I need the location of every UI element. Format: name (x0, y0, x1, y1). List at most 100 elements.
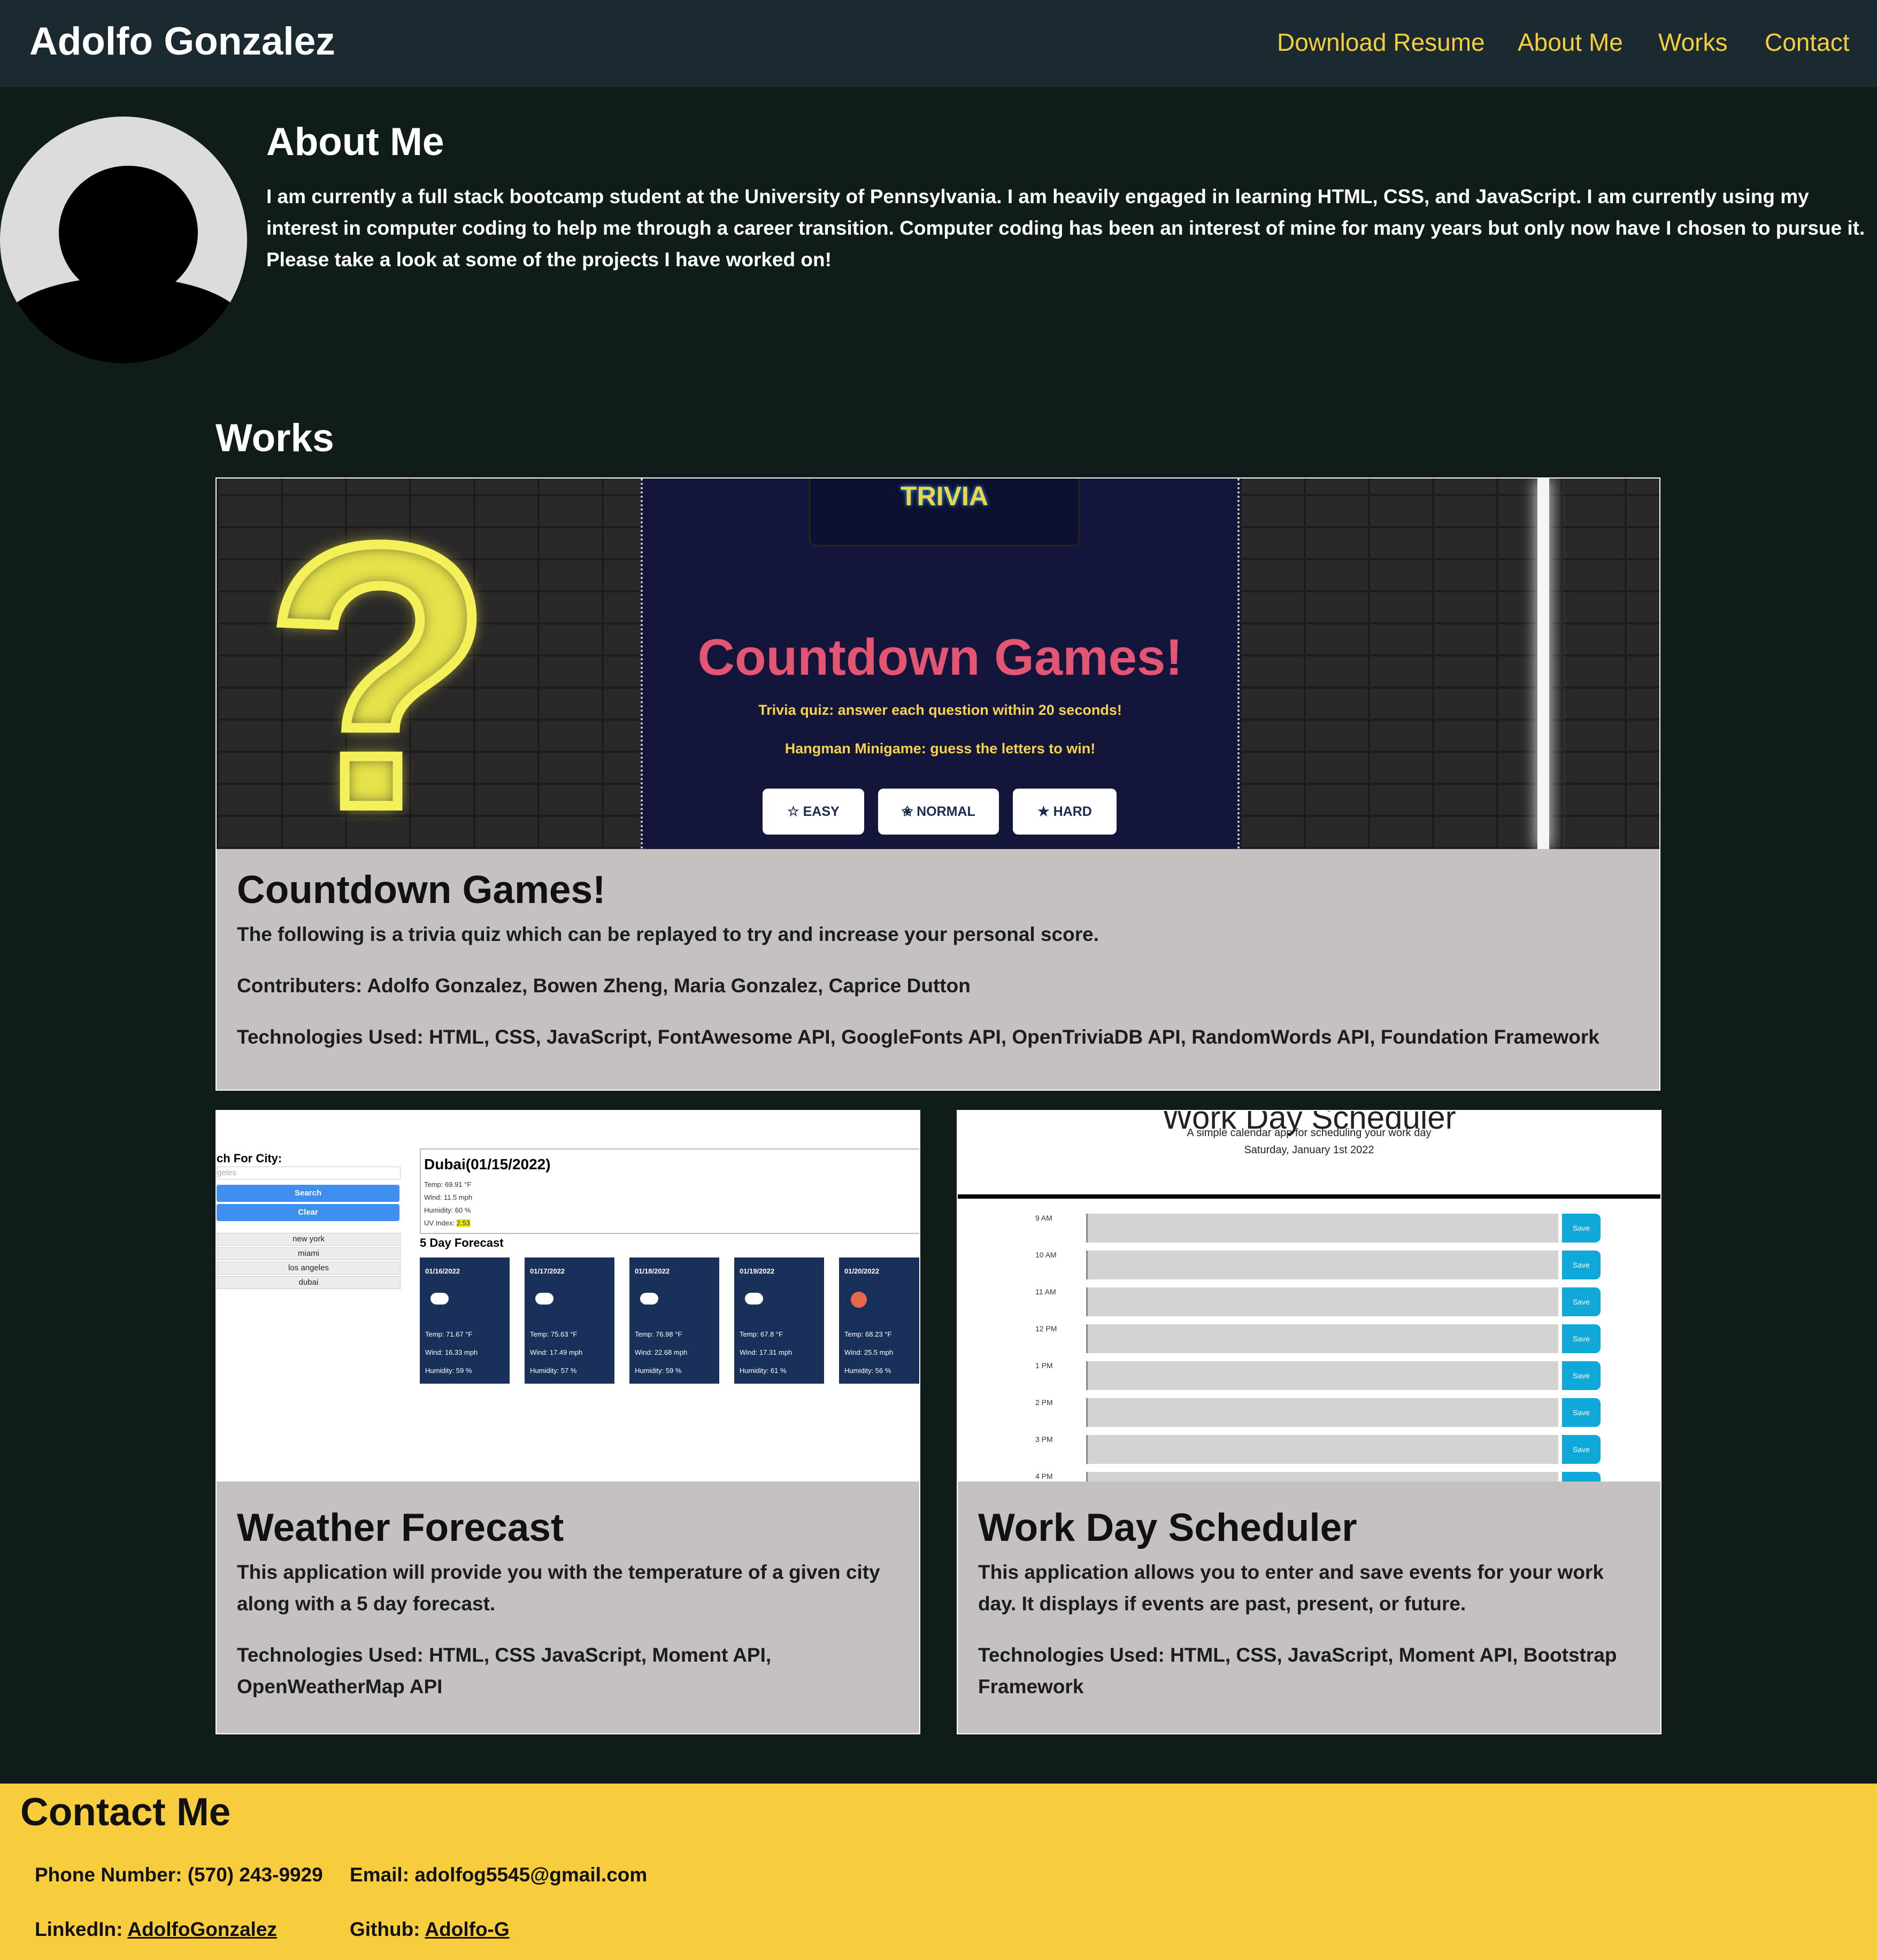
card-title: Countdown Games! (237, 868, 606, 912)
wx-humidity: Humidity: 60 % (424, 1206, 471, 1214)
card-description: This application allows you to enter and… (978, 1561, 1604, 1615)
contact-heading: Contact Me (20, 1791, 231, 1834)
weather-icon (640, 1293, 658, 1305)
weather-icon (851, 1292, 867, 1308)
wx-wind: Wind: 11.5 mph (424, 1193, 473, 1201)
works-heading: Works (216, 416, 334, 460)
countdown-screenshot-line1: Trivia quiz: answer each question within… (758, 702, 1122, 718)
neon-question-mark-icon: ? (260, 479, 498, 849)
scheduler-hour-label: 1 PM (1035, 1361, 1053, 1370)
card-contributors: Contributers: Adolfo Gonzalez, Bowen Zhe… (237, 975, 971, 997)
wx-tile-wind: Wind: 17.49 mph (530, 1348, 583, 1356)
countdown-app-panel: TRIVIA Countdown Games! Trivia quiz: ans… (641, 479, 1240, 849)
weather-icon (430, 1293, 449, 1305)
nav-contact[interactable]: Contact (1765, 28, 1850, 57)
wx-forecast-tile: 01/20/2022 Temp: 68.23 °F Wind: 25.5 mph Hu… (839, 1257, 919, 1384)
weather-card-body: Weather Forecast This application will p… (237, 1506, 899, 1702)
scheduler-subtitle: A simple calendar app for scheduling you… (1187, 1127, 1432, 1139)
scheduler-save-button: Save (1562, 1324, 1601, 1353)
card-technologies: Technologies Used: HTML, CSS, JavaScript… (237, 1026, 1599, 1048)
linkedin-link[interactable]: AdolfoGonzalez (127, 1918, 277, 1940)
wx-uv: UV Index: 2.53 (424, 1219, 471, 1227)
card-technologies: Technologies Used: HTML, CSS, JavaScript… (978, 1644, 1617, 1697)
about-text: I am currently a full stack bootcamp stu… (266, 186, 1865, 271)
wx-tile-humidity: Humidity: 61 % (740, 1367, 787, 1375)
scheduler-date: Saturday, January 1st 2022 (1244, 1144, 1374, 1156)
scheduler-event-row (1086, 1435, 1558, 1464)
project-card-scheduler[interactable]: Work Day Scheduler A simple calendar app… (957, 1110, 1661, 1734)
wx-tile-date: 01/19/2022 (740, 1267, 775, 1275)
wx-tile-humidity: Humidity: 59 % (425, 1367, 472, 1375)
card-technologies: Technologies Used: HTML, CSS JavaScript,… (237, 1644, 772, 1697)
project-card-countdown[interactable]: ? TRIVIA Countdown Games! Trivia quiz: a… (216, 477, 1660, 1091)
scheduler-event-row (1086, 1472, 1558, 1481)
countdown-screenshot: ? TRIVIA Countdown Games! Trivia quiz: a… (217, 479, 1659, 849)
scheduler-hour-label: 3 PM (1035, 1435, 1053, 1444)
card-description: The following is a trivia quiz which can… (237, 923, 1099, 945)
scheduler-event-row (1086, 1287, 1558, 1316)
nav-download-resume[interactable]: Download Resume (1277, 28, 1485, 57)
scheduler-card-body: Work Day Scheduler This application allo… (978, 1506, 1640, 1702)
scheduler-hour-label: 12 PM (1035, 1324, 1057, 1333)
card-description: This application will provide you with t… (237, 1561, 880, 1615)
user-silhouette-icon (0, 117, 247, 364)
scheduler-save-button: Save (1562, 1361, 1601, 1390)
scheduler-save-button: Save (1562, 1287, 1601, 1316)
scheduler-event-row (1086, 1398, 1558, 1427)
wx-tile-temp: Temp: 75.63 °F (530, 1330, 578, 1338)
wx-history-item: miami (217, 1247, 401, 1260)
wx-history-item: new york (217, 1233, 401, 1246)
nav-about-me[interactable]: About Me (1518, 28, 1623, 57)
wx-city: Dubai(01/15/2022) (424, 1156, 551, 1172)
scheduler-save-button: Save (1562, 1214, 1601, 1243)
scheduler-hour-label: 9 AM (1035, 1214, 1052, 1222)
trivia-logo-text: TRIVIA (901, 481, 988, 511)
github-link[interactable]: Adolfo-G (425, 1918, 509, 1940)
project-card-weather[interactable]: ch For City: geles Search Clear new york… (216, 1110, 920, 1734)
wx-tile-humidity: Humidity: 57 % (530, 1367, 577, 1375)
site-title: Adolfo Gonzalez (29, 20, 335, 63)
scheduler-event-row (1086, 1214, 1558, 1243)
wx-tile-date: 01/20/2022 (844, 1267, 880, 1275)
wx-forecast-tile: 01/19/2022 Temp: 67.8 °F Wind: 17.31 mph Hu… (734, 1257, 824, 1384)
scheduler-hour-label: 11 AM (1035, 1287, 1056, 1296)
wx-forecast-tile: 01/16/2022 Temp: 71.67 °F Wind: 16.33 mph H… (420, 1257, 510, 1384)
weather-screenshot: ch For City: geles Search Clear new york… (217, 1111, 919, 1481)
wx-tile-date: 01/18/2022 (635, 1267, 670, 1275)
scheduler-screenshot: Work Day Scheduler A simple calendar app… (958, 1111, 1660, 1481)
scheduler-save-button: Save (1562, 1251, 1601, 1279)
contact-section: Contact Me Phone Number: (570) 243-9929 … (0, 1784, 1877, 1960)
contact-github: Github: Adolfo-G (350, 1918, 510, 1940)
wx-tile-date: 01/17/2022 (530, 1267, 565, 1275)
scheduler-save-button: Save (1562, 1435, 1601, 1464)
contact-email: Email: adolfog5545@gmail.com (350, 1864, 648, 1886)
wx-search-button: Search (217, 1185, 399, 1202)
nav-works[interactable]: Works (1658, 28, 1728, 57)
wx-tile-humidity: Humidity: 59 % (635, 1367, 682, 1375)
wx-current-weather: Dubai(01/15/2022) Temp: 69.91 °F Wind: 1… (420, 1148, 919, 1234)
weather-icon (535, 1293, 553, 1305)
wx-clear-button: Clear (217, 1204, 399, 1221)
scheduler-save-button: Save (1562, 1472, 1601, 1481)
brick-wall-right (1240, 479, 1659, 849)
weather-icon (745, 1293, 763, 1305)
contact-phone: Phone Number: (570) 243-9929 (35, 1864, 323, 1886)
scheduler-hour-label: 2 PM (1035, 1398, 1053, 1407)
card-title: Work Day Scheduler (978, 1506, 1357, 1549)
wx-tile-date: 01/16/2022 (425, 1267, 460, 1275)
scheduler-event-row (1086, 1251, 1558, 1279)
wx-search-input: geles (217, 1167, 401, 1179)
trivia-logo: TRIVIA (809, 479, 1080, 547)
countdown-screenshot-line2: Hangman Minigame: guess the letters to w… (784, 740, 1096, 757)
wx-tile-temp: Temp: 76.98 °F (635, 1330, 682, 1338)
wx-tile-wind: Wind: 16.33 mph (425, 1348, 478, 1356)
wx-forecast-tile: 01/17/2022 Temp: 75.63 °F Wind: 17.49 mph H… (525, 1257, 614, 1384)
wx-tile-wind: Wind: 17.31 mph (740, 1348, 793, 1356)
about-heading: About Me (266, 120, 444, 164)
countdown-screenshot-title: Countdown Games! (697, 629, 1183, 686)
wx-history-item: dubai (217, 1276, 401, 1289)
scheduler-hour-label: 10 AM (1035, 1251, 1057, 1259)
scheduler-hour-label: 4 PM (1035, 1472, 1053, 1480)
wx-search-label: ch For City: (217, 1152, 282, 1165)
wx-tile-temp: Temp: 71.67 °F (425, 1330, 473, 1338)
